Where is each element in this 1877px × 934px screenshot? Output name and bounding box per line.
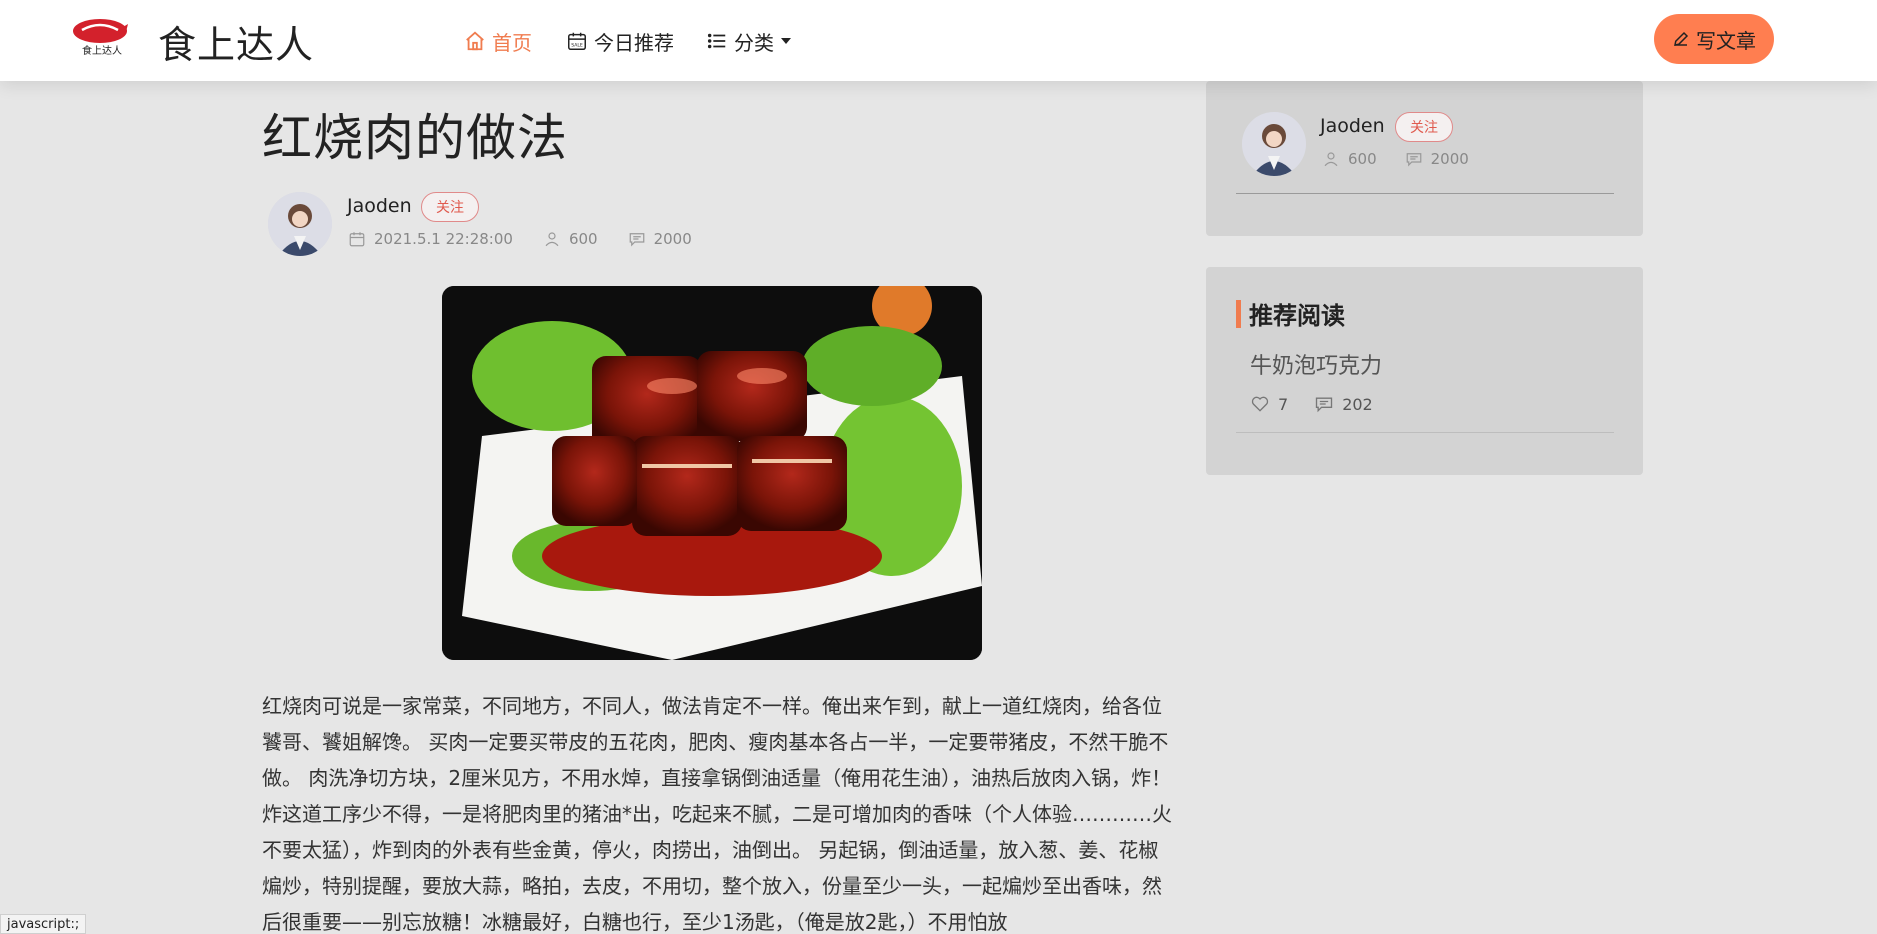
dish-image: [442, 286, 982, 660]
recommend-section-title: 推荐阅读: [1236, 296, 1345, 331]
divider: [1236, 193, 1614, 194]
user-icon: [545, 232, 559, 247]
recommend-item-title[interactable]: 牛奶泡巧克力: [1250, 348, 1382, 380]
recommend-comment-count: 202: [1342, 394, 1373, 414]
svg-text:食上达人: 食上达人: [82, 44, 122, 57]
write-article-button[interactable]: 写文章: [1654, 14, 1774, 64]
sidebar-follow-button[interactable]: 关注: [1395, 112, 1453, 142]
top-navbar: 食上达人 食上达人 首页 SALE 今日推荐 分类 写文章: [0, 0, 1877, 81]
author-name[interactable]: Jaoden: [347, 195, 412, 217]
site-brand-name[interactable]: 食上达人: [158, 14, 314, 69]
sidebar-author-name[interactable]: Jaoden: [1320, 115, 1385, 137]
comment-count: 2000: [653, 230, 692, 248]
caret-down-icon: [781, 38, 791, 44]
nav-category-label: 分类: [734, 30, 774, 55]
write-article-label: 写文章: [1696, 28, 1756, 53]
sidebar-author-avatar[interactable]: [1242, 112, 1306, 176]
recommend-title-text: 推荐阅读: [1249, 301, 1345, 330]
divider: [1236, 432, 1614, 433]
browser-status-bar: javascript:;: [0, 914, 87, 934]
view-count: 600: [568, 230, 598, 248]
comment-icon: [1316, 397, 1333, 413]
calendar-icon: SALE: [568, 32, 586, 50]
nav-home[interactable]: 首页: [464, 26, 532, 56]
nav-today-recommend[interactable]: SALE 今日推荐: [566, 26, 674, 56]
sidebar-author-meta: 600 2000: [1322, 150, 1469, 168]
article-body: 红烧肉可说是一家常菜，不同地方，不同人，做法肯定不一样。俺出来乍到，献上一道红烧…: [262, 694, 1172, 934]
site-logo[interactable]: 食上达人: [70, 16, 134, 60]
user-icon: [1324, 152, 1338, 167]
comment-icon: [629, 233, 644, 247]
section-accent-bar: [1236, 299, 1241, 328]
home-icon: [466, 31, 484, 51]
article-meta: 2021.5.1 22:28:00 600 2000: [348, 230, 692, 248]
comment-icon: [1406, 153, 1421, 167]
sidebar-view-count: 600: [1348, 150, 1377, 168]
nav-today-label: 今日推荐: [594, 30, 674, 55]
list-icon: [707, 33, 726, 49]
recommend-like-count: 7: [1278, 394, 1289, 414]
svg-text:SALE: SALE: [571, 43, 583, 49]
nav-home-label: 首页: [492, 30, 532, 55]
author-avatar[interactable]: [268, 192, 332, 256]
heart-icon[interactable]: [1250, 394, 1270, 414]
publish-date: 2021.5.1 22:28:00: [374, 230, 513, 248]
sidebar-comment-count: 2000: [1430, 150, 1469, 168]
recommend-item-meta: 7 202: [1250, 394, 1373, 414]
follow-button[interactable]: 关注: [421, 192, 479, 222]
nav-category-dropdown[interactable]: 分类: [706, 26, 792, 56]
calendar-icon: [349, 232, 365, 247]
pencil-icon: [1674, 31, 1689, 46]
article-title: 红烧肉的做法: [262, 109, 568, 167]
